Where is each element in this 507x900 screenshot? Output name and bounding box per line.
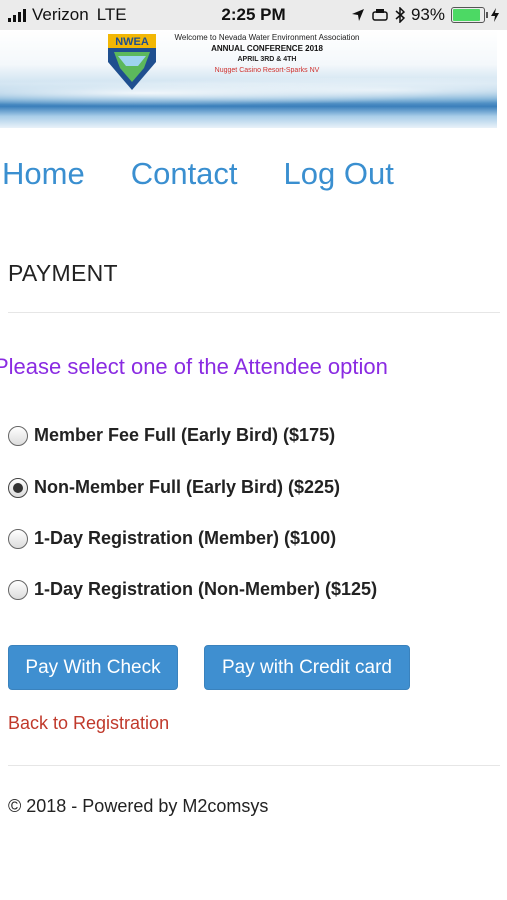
- page-title: PAYMENT: [8, 260, 118, 286]
- banner-conference: ANNUAL CONFERENCE 2018: [211, 44, 323, 53]
- attendee-option[interactable]: 1-Day Registration (Non-Member) ($125): [8, 579, 377, 600]
- banner-dates: APRIL 3RD & 4TH: [237, 56, 297, 63]
- option-label: 1-Day Registration (Non-Member) ($125): [34, 579, 378, 599]
- conference-banner: NWEA Welcome to Nevada Water Environment…: [0, 30, 497, 128]
- option-label: Member Fee Full (Early Bird) ($175): [34, 425, 336, 445]
- alarm-icon: [372, 9, 388, 21]
- banner-venue: Nugget Casino Resort-Sparks NV: [214, 67, 320, 74]
- water-wave: [0, 78, 497, 108]
- attendee-prompt: Please select one of the Attendee option: [0, 354, 388, 379]
- status-bar: Verizon LTE 2:25 PM 93%: [0, 0, 507, 30]
- radio-button-selected[interactable]: [8, 477, 28, 498]
- attendee-option[interactable]: Non-Member Full (Early Bird) ($225): [8, 477, 340, 498]
- logo-text: NWEA: [115, 36, 149, 48]
- footer-divider: [8, 765, 500, 766]
- radio-button[interactable]: [8, 425, 28, 446]
- banner-welcome: Welcome to Nevada Water Environment Asso…: [174, 33, 360, 42]
- pay-with-credit-card-button[interactable]: Pay with Credit card: [204, 645, 410, 690]
- battery-percent: 93%: [410, 5, 445, 24]
- nav-logout-link[interactable]: Log Out: [284, 156, 394, 192]
- nwea-logo: NWEA: [108, 34, 156, 90]
- pay-with-check-button[interactable]: Pay With Check: [8, 645, 178, 690]
- option-label: 1-Day Registration (Member) ($100): [34, 528, 337, 548]
- radio-button[interactable]: [8, 528, 28, 549]
- nav-contact-link[interactable]: Contact: [131, 156, 238, 192]
- nav-home-link[interactable]: Home: [2, 156, 85, 192]
- attendee-option[interactable]: 1-Day Registration (Member) ($100): [8, 528, 336, 549]
- footer-copyright: © 2018 - Powered by M2comsys: [8, 796, 269, 816]
- bluetooth-icon: [395, 7, 405, 23]
- battery-icon: [451, 7, 488, 23]
- location-icon: [351, 9, 364, 21]
- status-right: 93%: [351, 5, 499, 25]
- main-nav: Home Contact Log Out: [2, 156, 394, 192]
- banner-text: Welcome to Nevada Water Environment Asso…: [162, 32, 372, 76]
- divider: [8, 312, 500, 313]
- attendee-option[interactable]: Member Fee Full (Early Bird) ($175): [8, 425, 335, 446]
- charging-icon: [491, 8, 499, 22]
- back-to-registration-link[interactable]: Back to Registration: [8, 713, 169, 734]
- radio-button[interactable]: [8, 579, 28, 600]
- option-label: Non-Member Full (Early Bird) ($225): [34, 477, 341, 497]
